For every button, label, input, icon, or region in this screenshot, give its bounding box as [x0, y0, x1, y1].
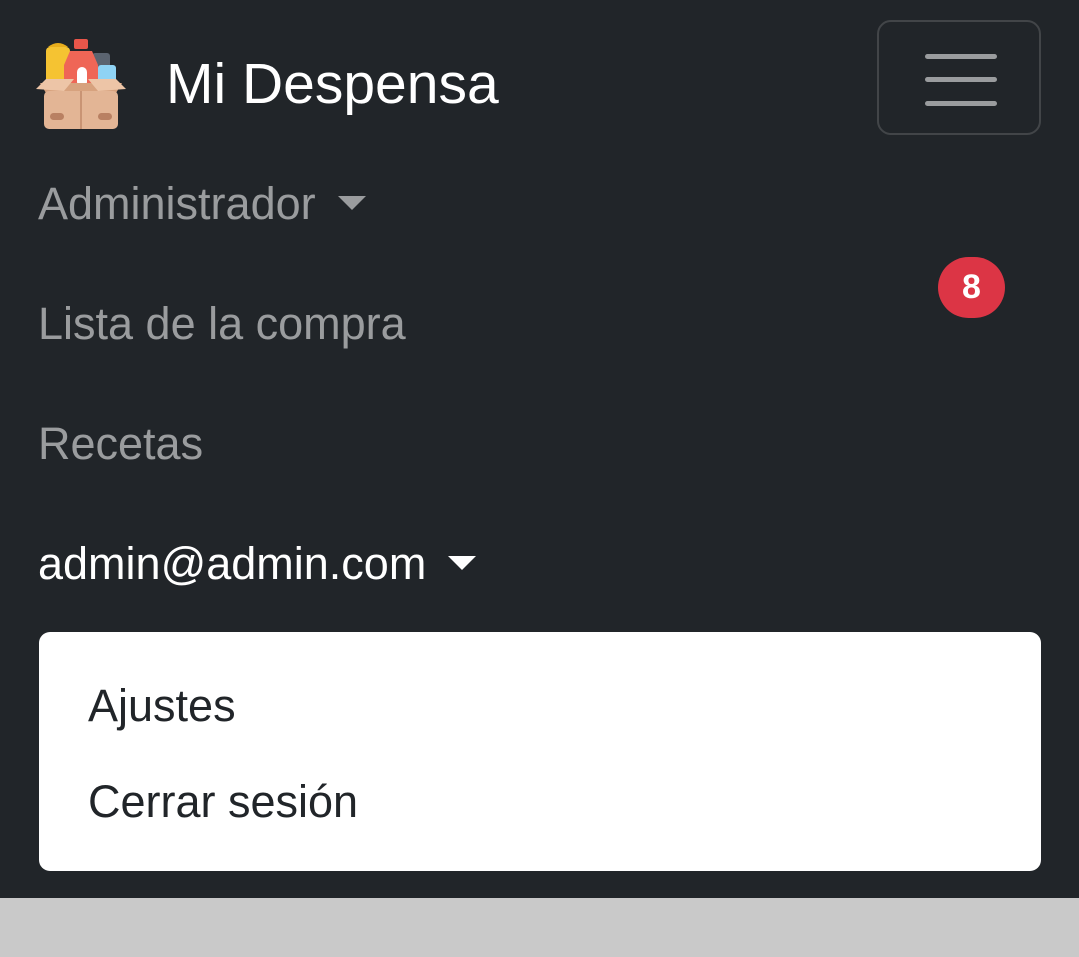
nav-shopping-list[interactable]: Lista de la compra: [38, 301, 406, 346]
hamburger-bar: [925, 77, 997, 82]
caret-down-icon: [337, 196, 366, 211]
pantry-box-icon: [36, 39, 126, 129]
brand-link[interactable]: Mi Despensa: [34, 36, 499, 132]
nav-user-dropdown[interactable]: admin@admin.com: [38, 538, 477, 589]
user-dropdown-menu: Ajustes Cerrar sesión: [39, 632, 1041, 871]
shopping-list-count-badge: 8: [938, 257, 1005, 318]
navbar: Mi Despensa Administrador Lista de la co…: [0, 0, 1079, 898]
navbar-toggle-button[interactable]: [877, 20, 1041, 135]
nav-admin-dropdown[interactable]: Administrador: [38, 181, 366, 226]
nav-admin-label: Administrador: [38, 178, 316, 229]
nav-user-label: admin@admin.com: [38, 538, 427, 589]
hamburger-menu-icon: [925, 54, 997, 59]
caret-down-icon: [448, 556, 477, 571]
nav-recipes-label: Recetas: [38, 418, 204, 469]
dropdown-item-settings[interactable]: Ajustes: [88, 683, 236, 728]
nav-shopping-list-label: Lista de la compra: [38, 298, 406, 349]
hamburger-bar: [925, 101, 997, 106]
brand-name: Mi Despensa: [166, 51, 499, 116]
dropdown-item-logout[interactable]: Cerrar sesión: [88, 779, 358, 824]
nav-recipes[interactable]: Recetas: [38, 421, 203, 466]
